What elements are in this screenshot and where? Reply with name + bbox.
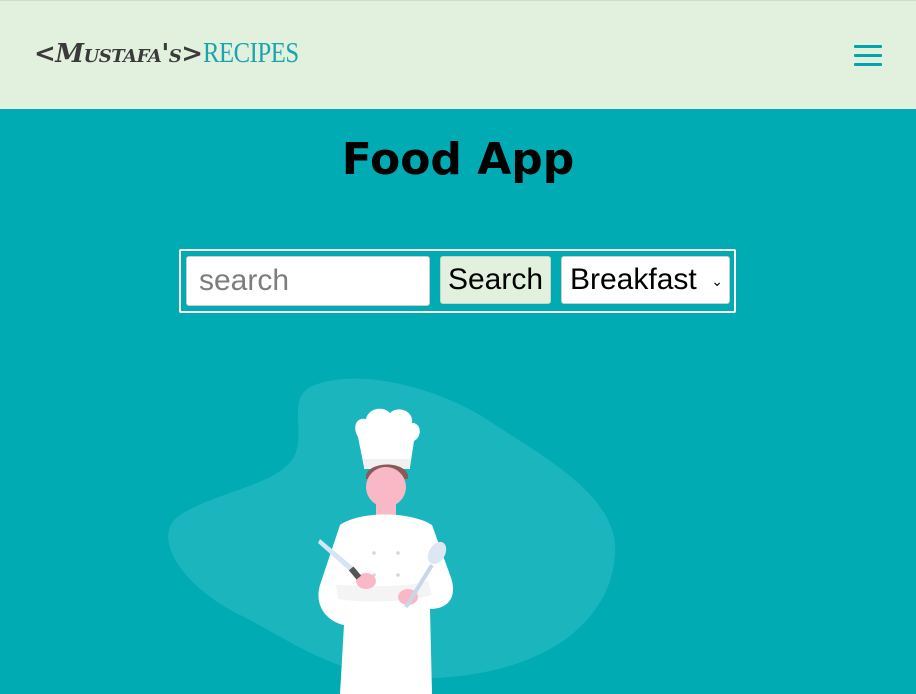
search-button[interactable]: Search	[440, 256, 551, 304]
category-selected-value: Breakfast	[570, 263, 697, 296]
chef-illustration	[168, 378, 616, 694]
category-select[interactable]: Breakfast ⌄	[561, 256, 730, 304]
navbar: <Mustafa's>RECIPES	[0, 0, 916, 109]
chevron-down-icon: ⌄	[711, 273, 723, 289]
search-input[interactable]	[186, 256, 430, 306]
site-logo[interactable]: <Mustafa's>RECIPES	[34, 39, 315, 68]
search-form: Search Breakfast ⌄	[179, 249, 736, 313]
logo-accent: RECIPES	[202, 37, 299, 69]
logo-name: <Mustafa's>	[34, 39, 203, 69]
page-title: Food App	[341, 134, 575, 185]
hamburger-menu-icon[interactable]	[854, 45, 882, 67]
